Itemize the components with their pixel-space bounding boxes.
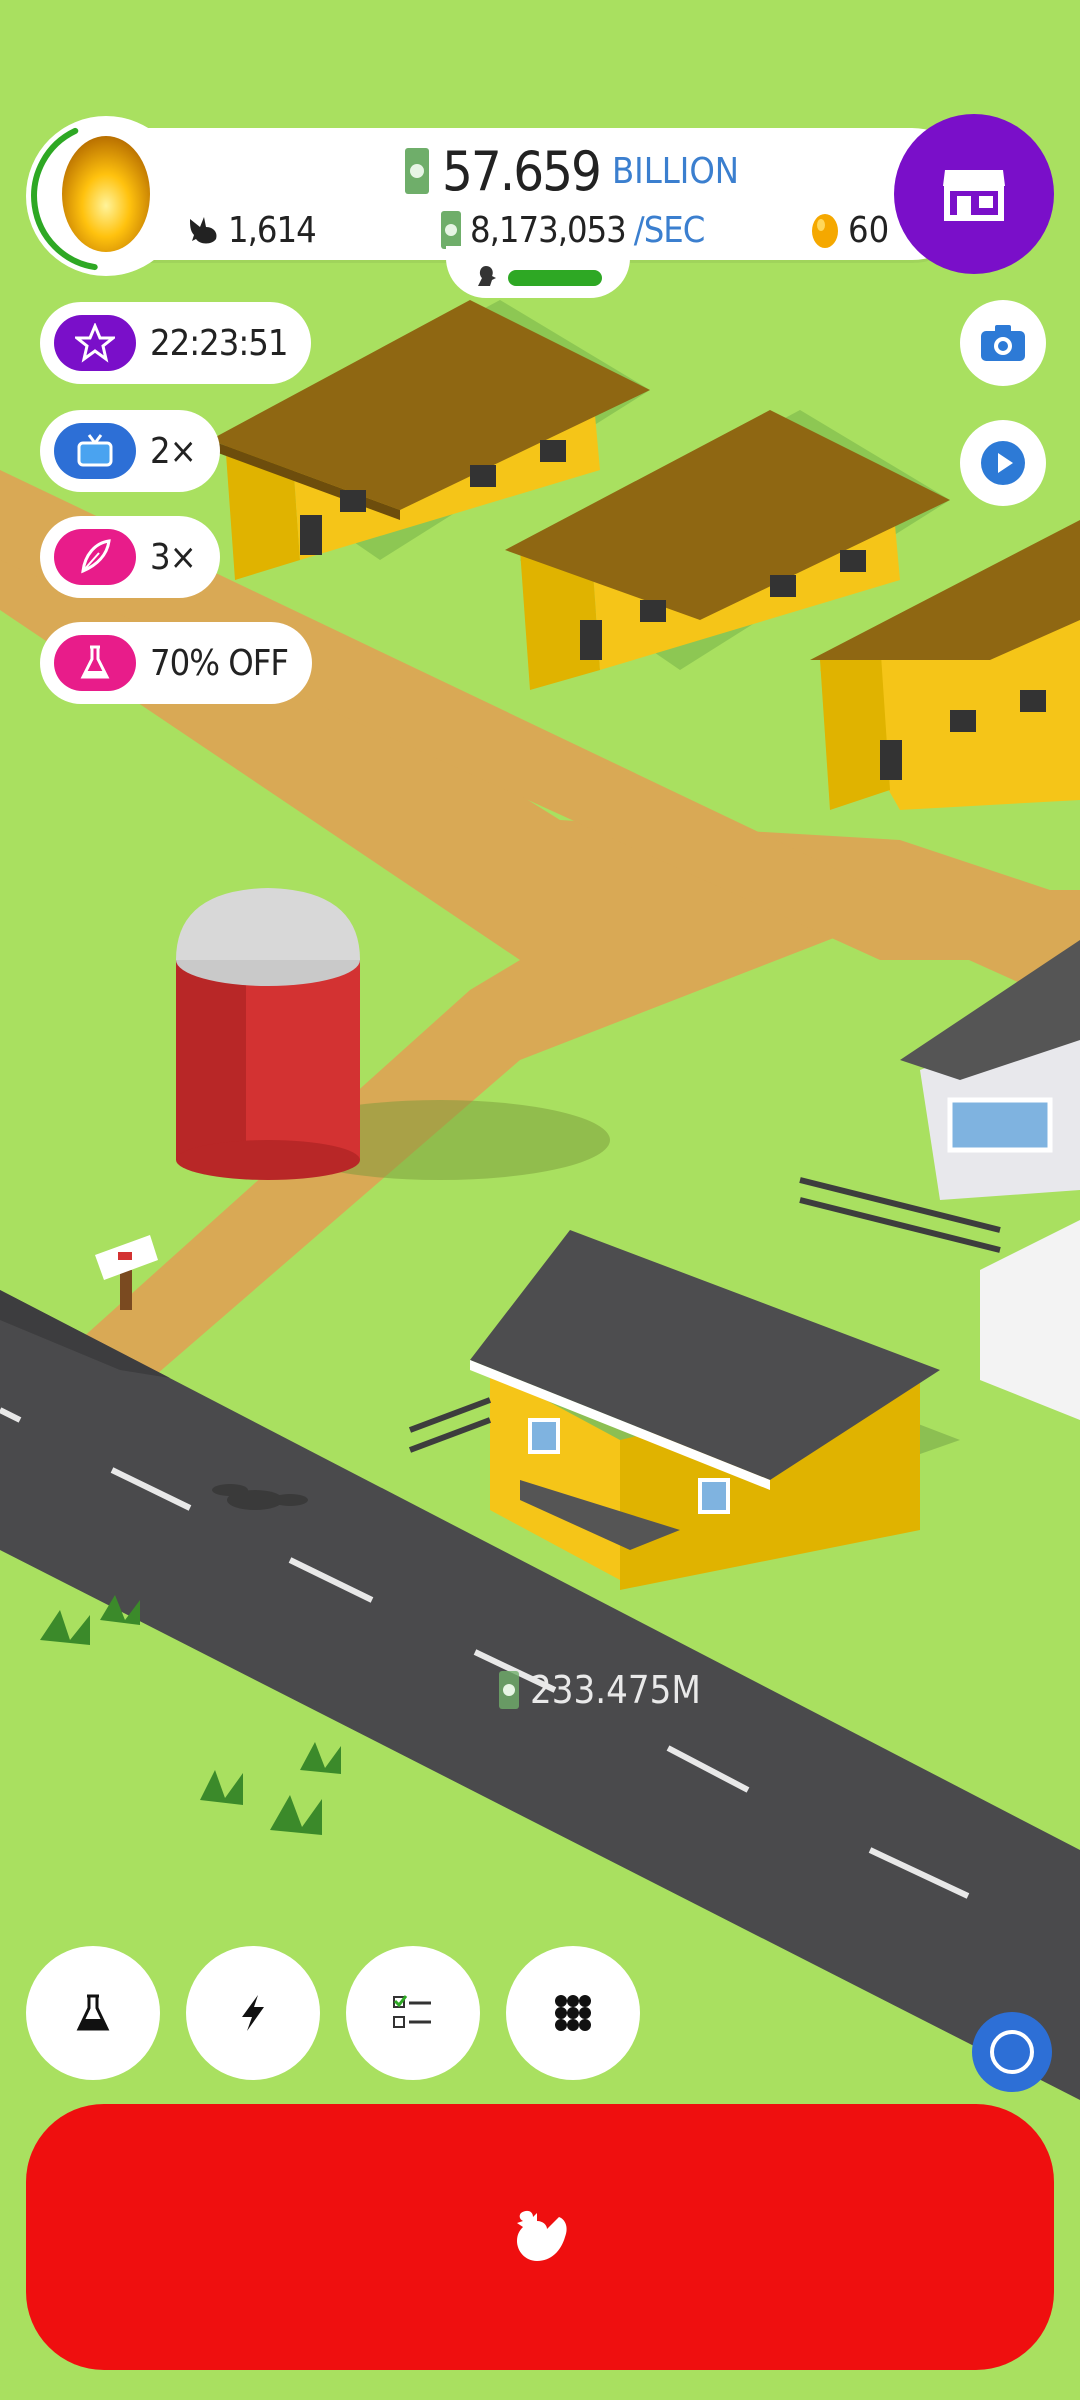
camera-icon [981,325,1025,361]
cash-icon [499,1671,519,1709]
menu-button[interactable] [506,1946,640,2080]
lightning-icon [242,1995,264,2031]
play-icon [981,441,1025,485]
golden-egg-icon [31,127,150,271]
missions-button[interactable] [346,1946,480,2080]
boost-label: 3× [150,536,197,578]
white-house [900,940,1080,1420]
hatchery-progress-fill [508,270,602,286]
golden-egg-value: 60 [848,209,890,251]
boosts-button[interactable] [186,1946,320,2080]
money-unit: BILLION [611,150,740,192]
shop-button[interactable] [894,114,1054,274]
flask-icon [76,1994,110,2031]
boost-icon-bg [54,315,136,371]
camera-button[interactable] [960,300,1046,386]
hatch-chicken-button[interactable] [26,2104,1054,2370]
boost-pill-video[interactable]: 2× [40,410,220,492]
floating-earnings: 233.475M [498,1668,701,1712]
money-value: 57.659 [442,139,602,203]
rate-value: 8,173,053 [470,209,627,251]
chicken-icon [517,2210,567,2261]
boost-label: 2× [150,430,197,472]
overlay-ring-button[interactable] [972,2012,1052,2092]
boost-label: 22:23:51 [150,322,288,364]
boost-pill-timer[interactable]: 22:23:51 [40,302,312,384]
golden-egg-count: 60 [810,206,889,254]
floating-earnings-value: 233.475M [530,1668,701,1712]
ring-icon [990,2030,1034,2074]
egg-badge[interactable] [26,116,186,276]
chicken-icon [190,217,217,244]
total-money: 57.659 BILLION [404,136,739,206]
star-icon [75,323,115,363]
boost-label: 70% OFF [150,642,289,684]
grid-menu-icon [555,1995,591,2031]
shop-icon [943,170,1005,221]
cash-icon [405,148,429,194]
boost-pill-research[interactable]: 70% OFF [40,622,313,704]
rate-unit: /SEC [633,209,706,251]
tv-icon [77,434,113,467]
chicken-count-value: 1,614 [228,209,317,251]
cash-icon [441,211,461,249]
play-video-button[interactable] [960,420,1046,506]
feather-icon [81,539,111,574]
chick-icon [478,266,496,286]
chicken-count: 1,614 [186,206,317,254]
farmhouse [470,1230,960,1590]
flask-icon [80,645,110,679]
gold-egg-icon [812,214,838,248]
research-button[interactable] [26,1946,160,2080]
checklist-icon [393,1995,431,2028]
boost-pill-feather[interactable]: 3× [40,516,220,598]
